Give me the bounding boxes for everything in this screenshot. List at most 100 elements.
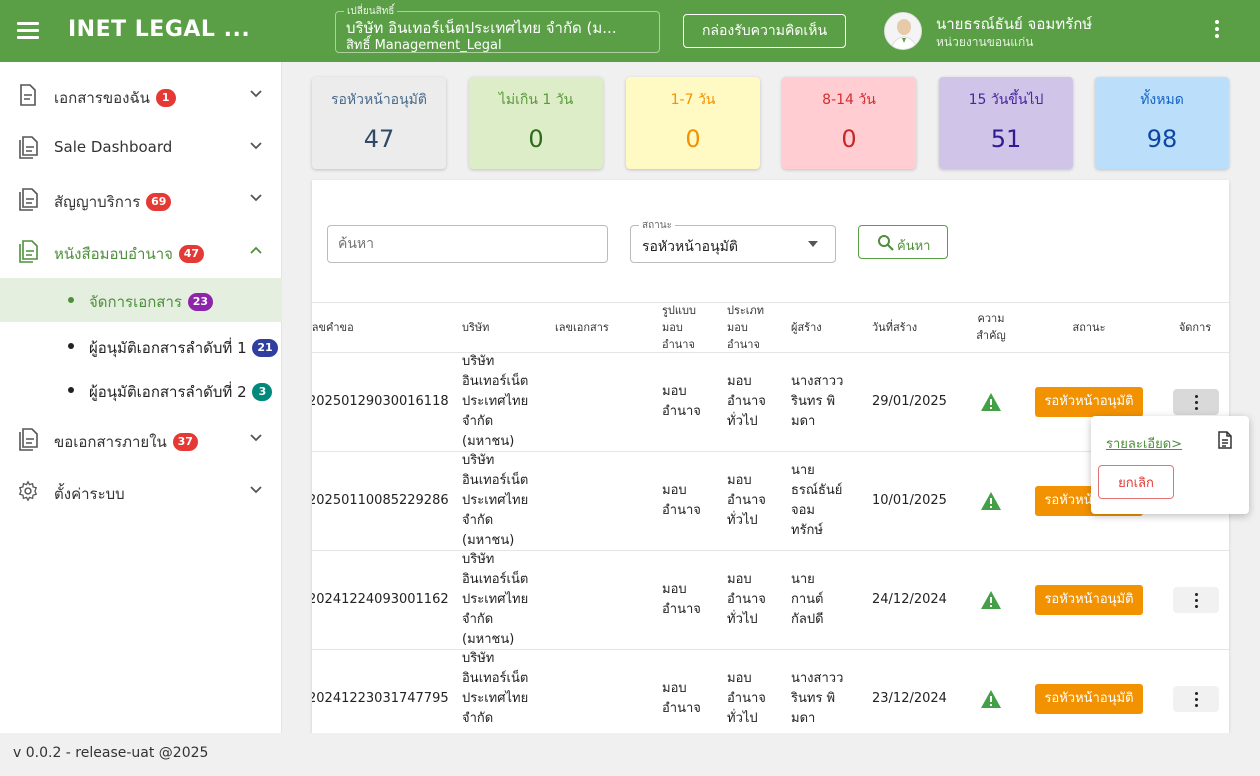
stat-card-1-7-days[interactable]: 1-7 วัน 0	[626, 77, 760, 169]
type-cell: มอบ อำนาจ ทั่วไป	[727, 570, 766, 630]
form-line: มอบ	[662, 384, 687, 399]
caret-down-icon	[808, 241, 818, 247]
sidebar-item-power-of-attorney[interactable]: หนังสือมอบอำนาจ 47	[0, 226, 282, 276]
more-vert-icon[interactable]	[1208, 20, 1226, 42]
company-line: (มหาชน)	[462, 434, 515, 449]
search-button[interactable]: ค้นหา	[858, 225, 948, 259]
chevron-down-icon	[250, 486, 262, 494]
warning-icon	[981, 492, 1001, 510]
col-header-type[interactable]: ประเภท มอบ อำนาจ	[727, 302, 777, 352]
warning-icon	[981, 393, 1001, 411]
details-link[interactable]: รายละเอียด>	[1106, 433, 1182, 454]
form-line: มอบ	[662, 582, 687, 597]
count-badge: 37	[172, 433, 198, 451]
col-header-company[interactable]: บริษัท	[462, 302, 522, 352]
col-header-form[interactable]: รูปแบบ มอบ อำนาจ	[662, 302, 712, 352]
form-cell: มอบอำนาจ	[662, 580, 701, 620]
type-line: อำนาจ	[727, 691, 766, 706]
stat-card-8-14-days[interactable]: 8-14 วัน 0	[782, 77, 916, 169]
col-header-status[interactable]: สถานะ	[1049, 302, 1129, 352]
sidebar-item-label: สัญญาบริการ 69	[54, 190, 172, 214]
sidebar-item-label: เอกสารของฉัน 1	[54, 86, 176, 110]
company-line: อินเทอร์เน็ต	[462, 671, 529, 686]
avatar[interactable]	[884, 12, 922, 50]
type-line: อำนาจ	[727, 493, 766, 508]
sidebar-subitem-label: จัดการเอกสาร 23	[89, 290, 214, 314]
status-chip[interactable]: รอหัวหน้าอนุมัติ	[1035, 387, 1143, 417]
company-switcher[interactable]: เปลี่ยนสิทธิ์ บริษัท อินเทอร์เน็ตประเทศไ…	[335, 4, 660, 53]
document-icon[interactable]	[1217, 431, 1233, 449]
col-header-doc-no[interactable]: เลขเอกสาร	[555, 302, 635, 352]
stat-card-15-days-plus[interactable]: 15 วันขึ้นไป 51	[939, 77, 1073, 169]
col-header-type-line: มอบ	[727, 320, 748, 334]
col-header-creator[interactable]: ผู้สร้าง	[791, 302, 851, 352]
cancel-button[interactable]: ยกเลิก	[1098, 465, 1174, 499]
bullet-icon	[68, 297, 74, 303]
company-cell: บริษัท อินเทอร์เน็ต ประเทศไทย จำกัด (มหาชน)	[462, 550, 528, 650]
document-icon	[20, 84, 36, 106]
menu-icon[interactable]	[17, 22, 39, 40]
search-input[interactable]	[327, 225, 608, 263]
warning-icon	[981, 690, 1001, 708]
creator-line: กัลปดี	[791, 612, 824, 627]
sidebar-item-settings[interactable]: ตั้งค่าระบบ	[0, 466, 282, 516]
creator-line: นางสาวว	[791, 671, 844, 686]
col-header-created-date[interactable]: วันที่สร้าง	[872, 302, 942, 352]
stat-card-pending-head[interactable]: รอหัวหน้าอนุมัติ 47	[312, 77, 446, 169]
company-role: สิทธิ์ Management_Legal	[346, 38, 502, 53]
company-line: บริษัท	[462, 453, 495, 468]
sidebar: เอกสารของฉัน 1 Sale Dashboard สัญญาบริกา…	[0, 62, 282, 733]
row-actions-button[interactable]	[1173, 389, 1219, 415]
sidebar-item-my-documents[interactable]: เอกสารของฉัน 1	[0, 70, 282, 120]
stat-card-total[interactable]: ทั้งหมด 98	[1095, 77, 1229, 169]
row-actions-button[interactable]	[1173, 686, 1219, 712]
creator-line: รินทร พิ	[791, 691, 836, 706]
col-header-request-no[interactable]: เลขคำขอ	[312, 302, 408, 352]
stat-value: 47	[363, 125, 395, 153]
col-header-form-line: มอบ	[662, 320, 683, 334]
form-line: อำนาจ	[662, 701, 701, 716]
status-chip[interactable]: รอหัวหน้าอนุมัติ	[1035, 684, 1143, 714]
count-badge: 1	[155, 89, 176, 107]
more-vert-icon	[1194, 592, 1198, 608]
creator-line: นางสาวว	[791, 374, 844, 389]
gear-icon	[18, 480, 38, 502]
col-header-manage: จัดการ	[1178, 320, 1212, 334]
stat-label: 1-7 วัน	[670, 92, 716, 108]
app-title: INET LEGAL ...	[68, 17, 251, 42]
app-header: INET LEGAL ... เปลี่ยนสิทธิ์ บริษัท อินเ…	[0, 0, 1260, 62]
company-line: บริษัท	[462, 552, 495, 567]
col-header-importance-line: ความ	[977, 312, 1005, 325]
status-chip[interactable]: รอหัวหน้าอนุมัติ	[1035, 585, 1143, 615]
stat-card-within-1-day[interactable]: ไม่เกิน 1 วัน 0	[469, 77, 603, 169]
type-cell: มอบ อำนาจ ทั่วไป	[727, 372, 766, 432]
company-line: จำกัด	[462, 414, 494, 429]
row-actions-menu: รายละเอียด> ยกเลิก	[1091, 416, 1249, 514]
sidebar-item-label: หนังสือมอบอำนาจ 47	[54, 242, 205, 266]
stat-value: 0	[841, 125, 857, 153]
row-actions-button[interactable]	[1173, 587, 1219, 613]
type-line: ทั่วไป	[727, 711, 758, 726]
stat-label: ทั้งหมด	[1140, 92, 1184, 108]
created-date-cell: 29/01/2025	[872, 394, 947, 409]
company-line: ประเทศไทย	[462, 691, 529, 706]
form-cell: มอบ อำนาจ	[662, 679, 701, 719]
created-date-cell: 23/12/2024	[872, 691, 947, 706]
col-header-importance[interactable]: ความ สำคัญ	[964, 302, 1018, 352]
sidebar-subitem-manage-documents[interactable]: จัดการเอกสาร 23	[0, 278, 282, 322]
form-line: อำนาจ	[662, 602, 701, 617]
sidebar-subitem-label: ผู้อนุมัติเอกสารลำดับที่ 1 21	[89, 336, 278, 360]
feedback-button[interactable]: กล่องรับความคิดเห็น	[683, 14, 846, 48]
sidebar-subitem-approver-1[interactable]: ผู้อนุมัติเอกสารลำดับที่ 1 21	[0, 324, 282, 368]
sidebar-item-label: Sale Dashboard	[54, 138, 173, 156]
col-header-type-line: ประเภท	[727, 303, 765, 317]
company-line: ประเทศไทย	[462, 592, 529, 607]
company-line: บริษัท	[462, 354, 495, 369]
sidebar-item-sale-dashboard[interactable]: Sale Dashboard	[0, 122, 282, 172]
sidebar-subitem-approver-2[interactable]: ผู้อนุมัติเอกสารลำดับที่ 2 3	[0, 368, 282, 412]
form-line: อำนาจ	[662, 404, 701, 419]
sidebar-item-service-contracts[interactable]: สัญญาบริการ 69	[0, 174, 282, 224]
sidebar-item-internal-documents[interactable]: ขอเอกสารภายใน 37	[0, 414, 282, 464]
request-no-cell: 20250129030016118	[312, 394, 449, 409]
status-select[interactable]: สถานะ รอหัวหน้าอนุมัติ	[630, 218, 836, 263]
